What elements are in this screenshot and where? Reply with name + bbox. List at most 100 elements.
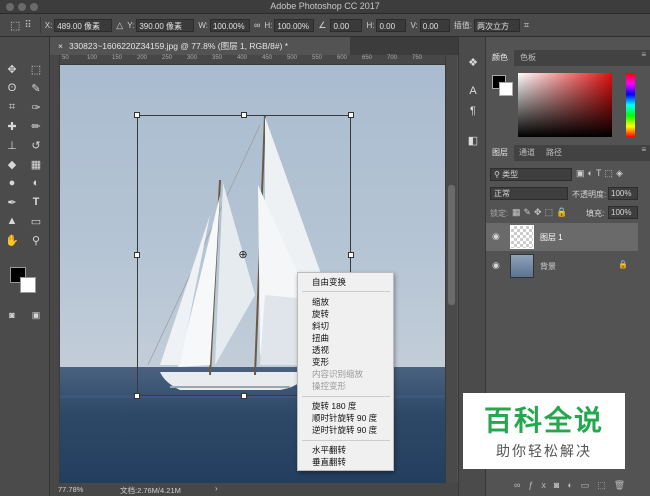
transform-handle[interactable] — [241, 393, 247, 399]
visibility-eye-icon[interactable]: ◉ — [492, 231, 500, 242]
height-field[interactable]: 100.00% — [274, 18, 315, 32]
healing-tool-icon[interactable]: ✚ — [4, 118, 20, 134]
ruler-horizontal: 50 100 150 200 250 300 350 400 450 500 5… — [60, 55, 445, 65]
transform-handle[interactable] — [134, 112, 140, 118]
canvas-vertical-scrollbar[interactable] — [445, 55, 457, 483]
brush-tool-icon[interactable]: ✏ — [28, 118, 44, 134]
menu-item-rotate-90-ccw[interactable]: 逆时针旋转 90 度 — [312, 425, 377, 436]
opacity-field[interactable]: 100% — [608, 187, 638, 200]
status-menu-icon[interactable]: › — [215, 484, 218, 493]
layer-filter-select[interactable]: ⚲ 类型 — [490, 168, 572, 181]
width-field[interactable]: 100.00% — [209, 18, 250, 32]
ruler-tick: 650 — [362, 55, 373, 61]
fill-field[interactable]: 100% — [608, 206, 638, 219]
pen-tool-icon[interactable]: ✒ — [4, 194, 20, 210]
angle-field[interactable]: 0.00 — [330, 18, 363, 32]
transform-handle[interactable] — [348, 252, 354, 258]
transform-handle[interactable] — [134, 252, 140, 258]
menu-item-rotate-180[interactable]: 旋转 180 度 — [312, 401, 356, 412]
close-tab-icon[interactable]: × — [58, 41, 63, 51]
y-label: Y: — [127, 20, 135, 30]
document-tab[interactable]: × 330823~1606220Z34159.jpg @ 77.8% (图层 1,… — [50, 37, 350, 55]
visibility-eye-icon[interactable]: ◉ — [492, 260, 500, 271]
blur-tool-icon[interactable]: ● — [4, 175, 20, 191]
eyedropper-tool-icon[interactable]: ✑ — [28, 99, 44, 115]
menu-item-free-transform[interactable]: 自由变换 — [312, 277, 346, 288]
hskew-field[interactable]: 0.00 — [376, 18, 407, 32]
rectangle-tool-icon[interactable]: ▭ — [28, 213, 44, 229]
adjustments-icon[interactable]: ◧ — [465, 133, 481, 149]
zoom-tool-icon[interactable]: ⚲ — [28, 232, 44, 248]
tool-preset-icon[interactable]: ⬚ — [10, 19, 20, 32]
vskew-field[interactable]: 0.00 — [419, 18, 450, 32]
quick-select-tool-icon[interactable]: ✎ — [28, 80, 44, 96]
x-field[interactable]: 489.00 像素 — [54, 18, 113, 32]
hand-tool-icon[interactable]: ✋ — [4, 232, 20, 248]
color-background-swatch[interactable] — [499, 82, 513, 96]
zoom-level[interactable]: 77.78% — [58, 485, 83, 494]
menu-item-scale[interactable]: 缩放 — [312, 297, 329, 308]
transform-handle[interactable] — [134, 393, 140, 399]
menu-item-flip-vertical[interactable]: 垂直翻转 — [312, 457, 346, 468]
y-field[interactable]: 390.00 像素 — [136, 18, 195, 32]
panel-menu-icon[interactable]: ≡ — [641, 50, 646, 59]
layer-filter-icons[interactable]: ▣◐T⬚◈ — [576, 168, 646, 179]
ruler-tick: 700 — [387, 55, 398, 61]
tab-channels[interactable]: 通道 — [513, 145, 541, 161]
transform-handle[interactable] — [241, 112, 247, 118]
ruler-vertical — [50, 55, 60, 483]
layer-row[interactable]: ◉ 图层 1 — [486, 223, 638, 251]
link-icon[interactable]: ∞ — [254, 20, 260, 30]
marquee-tool-icon[interactable]: ⬚ — [28, 61, 44, 77]
tab-swatches[interactable]: 色板 — [514, 50, 542, 66]
h-label: H: — [264, 20, 273, 30]
dodge-tool-icon[interactable]: ◐ — [28, 175, 44, 191]
quick-mask-icon[interactable]: ◙ — [4, 307, 20, 323]
lasso-tool-icon[interactable]: ʘ — [4, 80, 20, 96]
tab-layers[interactable]: 图层 — [486, 145, 514, 161]
interpolation-select[interactable]: 两次立方 — [473, 18, 520, 32]
libraries-icon[interactable]: ❖ — [465, 55, 481, 71]
menu-item-distort[interactable]: 扭曲 — [312, 333, 329, 344]
scrollbar-thumb[interactable] — [448, 185, 455, 305]
transform-center-icon[interactable]: ⊕ — [237, 249, 249, 261]
menu-item-rotate[interactable]: 旋转 — [312, 309, 329, 320]
crop-tool-icon[interactable]: ⌗ — [4, 99, 20, 115]
delta-icon[interactable]: △ — [116, 20, 123, 31]
menu-item-warp[interactable]: 变形 — [312, 357, 329, 368]
lock-icons[interactable]: ▦✎✥⬚🔒 — [512, 207, 570, 218]
menu-item-perspective[interactable]: 透视 — [312, 345, 329, 356]
reference-point-icon[interactable]: ⠿ — [24, 20, 31, 31]
layers-footer-icons[interactable]: ∞ƒx◙◐▭⬚🗑 — [486, 480, 650, 496]
ruler-tick: 200 — [137, 55, 148, 61]
title-bar: Adobe Photoshop CC 2017 — [0, 0, 650, 14]
color-field[interactable] — [518, 73, 612, 137]
tab-color[interactable]: 颜色 — [486, 50, 514, 66]
gradient-tool-icon[interactable]: ▦ — [28, 156, 44, 172]
type-tool-icon[interactable]: T — [28, 194, 44, 210]
history-brush-tool-icon[interactable]: ↺ — [28, 137, 44, 153]
background-color-swatch[interactable] — [20, 277, 36, 293]
paragraph-panel-icon[interactable]: ¶ — [465, 103, 481, 119]
path-select-tool-icon[interactable]: ▲ — [4, 213, 20, 229]
layer-name[interactable]: 背景 — [540, 261, 556, 272]
menu-item-rotate-90-cw[interactable]: 顺时针旋转 90 度 — [312, 413, 377, 424]
stamp-tool-icon[interactable]: ⊥ — [4, 137, 20, 153]
ruler-tick: 100 — [87, 55, 98, 61]
color-panel-tabs: 颜色 色板 ≡ — [486, 50, 650, 66]
eraser-tool-icon[interactable]: ◆ — [4, 156, 20, 172]
screen-mode-icon[interactable]: ▣ — [28, 307, 44, 323]
hue-slider[interactable] — [626, 73, 635, 137]
move-tool-icon[interactable]: ✥ — [4, 61, 20, 77]
warp-icon[interactable]: ⌗ — [524, 20, 529, 31]
blend-mode-select[interactable]: 正常 — [490, 187, 568, 200]
menu-item-skew[interactable]: 斜切 — [312, 321, 329, 332]
transform-handle[interactable] — [348, 112, 354, 118]
panel-menu-icon[interactable]: ≡ — [641, 145, 646, 154]
layer-name[interactable]: 图层 1 — [540, 232, 563, 243]
character-panel-icon[interactable]: A — [465, 83, 481, 99]
ruler-tick: 750 — [412, 55, 423, 61]
layer-row[interactable]: ◉ 背景 🔒 — [486, 252, 638, 280]
menu-item-flip-horizontal[interactable]: 水平翻转 — [312, 445, 346, 456]
tab-paths[interactable]: 路径 — [540, 145, 568, 161]
